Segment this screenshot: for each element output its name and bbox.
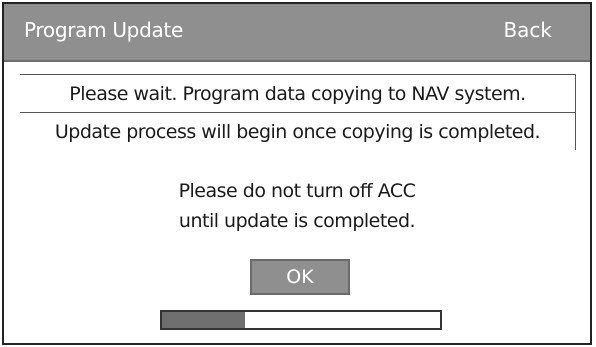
- progress-bar: [160, 310, 442, 330]
- dialog-title: Program Update: [24, 18, 183, 42]
- status-message-copying: Please wait. Program data copying to NAV…: [20, 74, 576, 112]
- back-button[interactable]: Back: [503, 18, 552, 42]
- warning-line-1: Please do not turn off ACC: [178, 180, 416, 202]
- ok-button[interactable]: OK: [250, 259, 350, 295]
- update-dialog: Program Update Back Please wait. Program…: [2, 2, 592, 345]
- status-message-update-begin: Update process will begin once copying i…: [20, 112, 576, 150]
- title-bar: Program Update Back: [4, 4, 590, 62]
- progress-bar-fill: [162, 312, 246, 328]
- warning-line-2: until update is completed.: [178, 210, 416, 232]
